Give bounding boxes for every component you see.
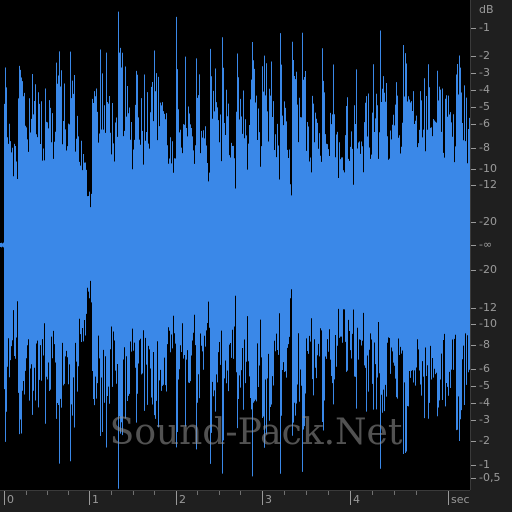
db-label: -3 — [479, 413, 490, 426]
time-label: 2 — [179, 493, 186, 506]
time-minor-tick — [111, 491, 112, 495]
db-tick — [471, 270, 476, 271]
db-label: -0,5 — [479, 471, 501, 484]
time-minor-tick — [133, 491, 134, 495]
time-tick — [262, 491, 263, 505]
time-label: 3 — [265, 493, 272, 506]
db-tick — [471, 465, 476, 466]
time-label: 1 — [92, 493, 99, 506]
db-label: -6 — [479, 362, 490, 375]
db-label: -20 — [479, 215, 497, 228]
time-unit-label: sec — [451, 493, 470, 506]
db-ruler: dB -1 -2 -3 -4 -5 -6 -8 -10 -12 -20 -∞ -… — [470, 0, 512, 490]
db-tick — [471, 222, 476, 223]
db-label: -2 — [479, 434, 490, 447]
db-label: -3 — [479, 66, 490, 79]
time-minor-tick — [240, 491, 241, 495]
waveform-display[interactable] — [0, 0, 470, 490]
time-label: 0 — [7, 493, 14, 506]
db-tick — [471, 245, 476, 246]
db-label: -4 — [479, 396, 490, 409]
time-tick — [350, 491, 351, 505]
db-label: -5 — [479, 100, 490, 113]
db-unit-label: dB — [479, 3, 494, 16]
db-tick — [471, 324, 476, 325]
db-tick — [471, 148, 476, 149]
db-label: -4 — [479, 83, 490, 96]
db-label: -2 — [479, 49, 490, 62]
db-tick — [471, 308, 476, 309]
db-label: -1 — [479, 458, 490, 471]
db-label: -12 — [479, 301, 497, 314]
waveform-graph — [0, 11, 470, 489]
ruler-corner — [470, 490, 512, 512]
time-minor-tick — [394, 491, 395, 495]
db-tick — [471, 124, 476, 125]
waveform-bars — [0, 11, 470, 489]
db-tick — [471, 169, 476, 170]
time-tick — [89, 491, 90, 505]
db-label: -8 — [479, 141, 490, 154]
db-label: -1 — [479, 21, 490, 34]
time-minor-tick — [68, 491, 69, 495]
time-minor-tick — [306, 491, 307, 495]
db-tick — [471, 386, 476, 387]
waveform-viewer: dB -1 -2 -3 -4 -5 -6 -8 -10 -12 -20 -∞ -… — [0, 0, 512, 512]
db-tick — [471, 28, 476, 29]
db-tick — [471, 345, 476, 346]
db-label: -8 — [479, 338, 490, 351]
time-minor-tick — [197, 491, 198, 495]
db-label: -10 — [479, 162, 497, 175]
db-tick — [471, 369, 476, 370]
db-tick — [471, 420, 476, 421]
time-minor-tick — [372, 491, 373, 495]
db-tick — [471, 403, 476, 404]
db-tick — [471, 185, 476, 186]
db-tick — [471, 107, 476, 108]
time-minor-tick — [154, 491, 155, 495]
time-minor-tick — [47, 491, 48, 495]
time-label: 4 — [353, 493, 360, 506]
time-ruler[interactable]: 0 1 2 3 4 sec — [0, 490, 470, 512]
time-minor-tick — [328, 491, 329, 495]
time-tick — [4, 491, 5, 505]
db-label: -6 — [479, 117, 490, 130]
time-minor-tick — [219, 491, 220, 495]
time-minor-tick — [416, 491, 417, 495]
db-label: -12 — [479, 178, 497, 191]
time-tick — [176, 491, 177, 505]
db-label: -20 — [479, 263, 497, 276]
db-label: -5 — [479, 379, 490, 392]
db-tick — [471, 90, 476, 91]
db-label: -∞ — [479, 238, 493, 251]
time-tick — [448, 491, 449, 505]
db-tick — [471, 73, 476, 74]
time-minor-tick — [26, 491, 27, 495]
db-tick — [471, 441, 476, 442]
db-tick — [471, 56, 476, 57]
db-label: -10 — [479, 317, 497, 330]
db-tick — [471, 478, 476, 479]
time-minor-tick — [284, 491, 285, 495]
